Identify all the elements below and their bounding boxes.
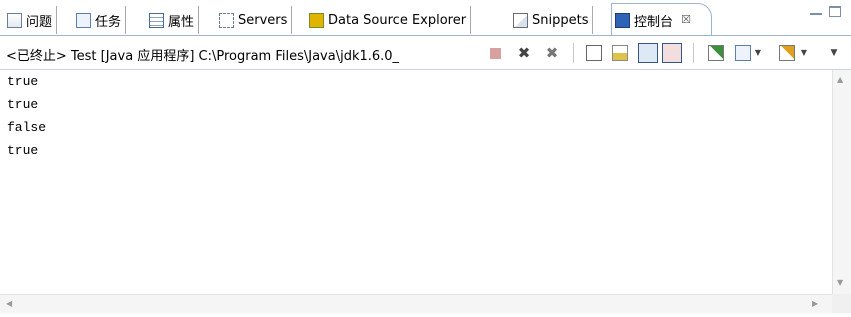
pin-console-icon[interactable]	[708, 45, 724, 61]
tab-label: Snippets	[532, 12, 589, 28]
show-on-stdout-icon[interactable]	[638, 43, 658, 63]
tab-label: 问题	[26, 14, 53, 30]
console-line: true	[7, 97, 39, 112]
console-line: false	[7, 120, 47, 135]
show-on-stderr-icon[interactable]	[662, 43, 682, 63]
tab-console[interactable]: 控制台 ☒	[611, 3, 713, 36]
console-line: true	[7, 143, 39, 158]
console-line: true	[7, 74, 39, 89]
process-label: <已终止> Test [Java 应用程序] C:\Program Files\…	[6, 49, 400, 64]
minimize-view-icon[interactable]	[810, 9, 822, 15]
display-selected-console-icon[interactable]	[735, 45, 751, 61]
properties-icon	[149, 12, 164, 28]
tab-servers[interactable]: Servers	[216, 6, 293, 34]
remove-all-terminated-icon[interactable]: ✖	[544, 45, 560, 61]
toolbar-separator	[693, 43, 694, 63]
tab-data-source-explorer[interactable]: Data Source Explorer	[306, 6, 472, 34]
terminate-icon[interactable]	[490, 48, 501, 59]
snippets-icon	[513, 12, 528, 28]
tab-problems[interactable]: 问题	[4, 6, 58, 34]
horizontal-scrollbar[interactable]: ◀ ▶	[0, 294, 832, 313]
tab-label: Data Source Explorer	[328, 12, 467, 28]
scroll-right-icon[interactable]: ▶	[812, 299, 818, 308]
console-toolbar: <已终止> Test [Java 应用程序] C:\Program Files\…	[0, 36, 851, 70]
tasks-icon	[76, 12, 91, 28]
open-console-icon[interactable]	[779, 45, 795, 61]
maximize-view-icon[interactable]	[829, 6, 841, 17]
servers-icon	[219, 12, 234, 28]
vertical-scrollbar[interactable]: ▲ ▼	[832, 70, 851, 294]
view-menu-icon[interactable]: ▼	[828, 45, 840, 61]
clear-console-icon[interactable]	[586, 45, 602, 61]
console-output[interactable]: true true false true	[0, 70, 832, 294]
view-tab-bar: 问题 任务 属性 Servers Data Source Explorer Sn…	[0, 0, 851, 36]
tab-tasks[interactable]: 任务	[73, 6, 127, 34]
scroll-lock-icon[interactable]	[612, 45, 628, 61]
tab-label: 任务	[95, 14, 122, 30]
tab-label: 属性	[168, 14, 195, 30]
remove-launch-icon[interactable]: ✖	[516, 45, 532, 61]
scroll-left-icon[interactable]: ◀	[6, 299, 12, 308]
problems-icon	[7, 12, 22, 28]
scroll-up-icon[interactable]: ▲	[837, 75, 843, 84]
scroll-down-icon[interactable]: ▼	[837, 278, 843, 287]
chevron-down-icon[interactable]: ▼	[799, 45, 809, 61]
tab-properties[interactable]: 属性	[146, 6, 200, 34]
close-icon[interactable]: ☒	[681, 13, 691, 26]
scrollbar-corner	[832, 294, 851, 313]
chevron-down-icon[interactable]: ▼	[753, 45, 763, 61]
data-source-icon	[309, 12, 324, 28]
console-icon	[615, 12, 630, 28]
view-bottom-edge	[0, 313, 851, 317]
tab-label: 控制台	[634, 14, 674, 30]
tab-label: Servers	[238, 12, 288, 28]
tab-snippets[interactable]: Snippets	[510, 6, 594, 34]
toolbar-separator	[573, 43, 574, 63]
